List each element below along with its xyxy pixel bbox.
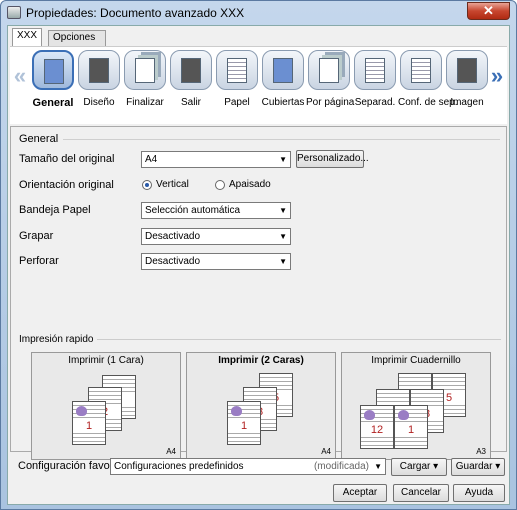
toolbar-output[interactable]: Salir <box>168 50 214 108</box>
preview-page: 12 <box>360 405 394 449</box>
quick-print-duplex[interactable]: Imprimir (2 Caras) 5 3 1 A4 <box>186 352 336 460</box>
toolbar-paper[interactable]: Papel <box>214 50 260 108</box>
toolbar-label: Separad. <box>354 97 396 108</box>
toolbar-label: General <box>32 97 74 109</box>
staple-select[interactable]: Desactivado ▼ <box>141 228 291 245</box>
custom-size-button[interactable]: Personalizado... <box>296 150 369 168</box>
per-page-icon <box>319 58 339 83</box>
paper-size: A4 <box>166 447 176 456</box>
window-title: Propiedades: Documento avanzado XXX <box>26 6 245 20</box>
toolbar-general[interactable]: General <box>30 50 76 109</box>
preview-page: 1 <box>394 405 428 449</box>
section-title: General <box>19 133 59 145</box>
card-title: Imprimir (2 Caras) <box>218 355 304 366</box>
toolbar-finish[interactable]: Finalizar <box>122 50 168 108</box>
orientation-landscape-radio[interactable] <box>215 180 225 190</box>
separator-icon <box>365 58 385 83</box>
general-panel: General Tamaño del original A4 ▼ Persona… <box>10 126 507 460</box>
modified-indicator: (modificada) <box>313 461 369 472</box>
orientation-vertical-radio[interactable] <box>142 180 152 190</box>
title-bar: Propiedades: Documento avanzado XXX ✕ <box>1 1 516 25</box>
paper-icon <box>227 58 247 83</box>
card-title: Imprimir (1 Cara) <box>68 355 144 366</box>
staple-value: Desactivado <box>145 231 201 242</box>
chevron-down-icon: ▼ <box>374 462 382 471</box>
punch-label: Perforar <box>19 255 59 267</box>
favorite-settings-label: Configuración favorita <box>18 460 126 472</box>
dialog-footer: Aceptar Cancelar Ayuda <box>10 482 507 504</box>
original-size-select[interactable]: A4 ▼ <box>141 151 291 168</box>
favorite-settings-row: Configuración favorita Configuraciones p… <box>10 456 507 478</box>
original-size-label: Tamaño del original <box>19 153 115 165</box>
favorite-settings-value: Configuraciones predefinidos <box>114 461 244 472</box>
quick-print-title: Impresión rapido <box>19 334 98 345</box>
toolbar-label: Diseño <box>83 97 115 108</box>
toolbar-image[interactable]: Imagen <box>444 50 490 108</box>
scroll-right-icon[interactable]: » <box>489 61 505 91</box>
orientation-label: Orientación original <box>19 179 114 191</box>
chevron-down-icon: ▼ <box>279 232 287 241</box>
tray-select[interactable]: Selección automática ▼ <box>141 202 291 219</box>
tray-value: Selección automática <box>145 205 241 216</box>
toolbar-label: Finalizar <box>126 97 164 108</box>
function-toolbar: « General Diseño Finalizar Salir Papel C… <box>10 46 507 124</box>
original-size-value: A4 <box>145 154 158 165</box>
printer-icon <box>7 6 21 19</box>
chevron-down-icon: ▼ <box>279 155 287 164</box>
toolbar-label: Cubiertas <box>261 97 305 108</box>
chevron-down-icon: ▼ <box>279 206 287 215</box>
toolbar-label: Imagen <box>450 97 484 108</box>
toolbar-layout[interactable]: Diseño <box>76 50 122 108</box>
tab-advanced-options[interactable]: Opciones avanzadas <box>48 30 107 57</box>
staple-label: Grapar <box>19 230 54 242</box>
image-icon <box>457 58 477 83</box>
general-icon <box>44 59 64 84</box>
output-icon <box>181 58 201 83</box>
section-divider <box>63 139 500 140</box>
toolbar-separators[interactable]: Separad. <box>352 50 398 108</box>
scroll-left-icon[interactable]: « <box>12 61 28 91</box>
toolbar-per-page[interactable]: Por página <box>306 50 355 108</box>
favorite-settings-select[interactable]: Configuraciones predefinidos (modificada… <box>110 458 386 475</box>
paper-size: A3 <box>476 447 486 456</box>
toolbar-label: Papel <box>224 97 250 108</box>
cancel-button[interactable]: Cancelar <box>393 484 449 502</box>
toolbar-label: Conf. de sep. <box>398 97 458 108</box>
toolbar-separator-settings[interactable]: Conf. de sep. <box>398 50 458 108</box>
chevron-down-icon: ▼ <box>279 257 287 266</box>
quick-print-group: Impresión rapido Imprimir (1 Cara) 3 2 1… <box>19 334 501 460</box>
layout-icon <box>89 58 109 83</box>
toolbar-covers[interactable]: Cubiertas <box>260 50 306 108</box>
load-settings-button[interactable]: Cargar ▾ <box>391 458 447 476</box>
properties-window: Propiedades: Documento avanzado XXX ✕ XX… <box>0 0 517 510</box>
quick-print-booklet[interactable]: Imprimir Cuadernillo 8 5 10 3 12 1 A3 <box>341 352 491 460</box>
finish-icon <box>135 58 155 83</box>
card-title: Imprimir Cuadernillo <box>371 355 461 366</box>
ok-button[interactable]: Aceptar <box>333 484 387 502</box>
toolbar-label: Por página <box>306 97 355 108</box>
preview-page: 1 <box>72 401 106 445</box>
tray-label: Bandeja Papel <box>19 204 91 216</box>
help-button[interactable]: Ayuda <box>453 484 505 502</box>
close-button[interactable]: ✕ <box>467 2 510 20</box>
cover-icon <box>273 58 293 83</box>
separator-settings-icon <box>411 58 431 83</box>
toolbar-label: Salir <box>180 97 201 108</box>
orientation-vertical-label: Vertical <box>156 179 189 190</box>
orientation-landscape-label: Apaisado <box>229 179 271 190</box>
save-settings-button[interactable]: Guardar ▾ <box>451 458 505 476</box>
punch-value: Desactivado <box>145 256 201 267</box>
quick-print-simplex[interactable]: Imprimir (1 Cara) 3 2 1 A4 <box>31 352 181 460</box>
dialog-client: XXX Opciones avanzadas « General Diseño … <box>7 25 510 505</box>
tab-xxx[interactable]: XXX <box>12 28 43 46</box>
paper-size: A4 <box>321 447 331 456</box>
preview-page: 1 <box>227 401 261 445</box>
punch-select[interactable]: Desactivado ▼ <box>141 253 291 270</box>
